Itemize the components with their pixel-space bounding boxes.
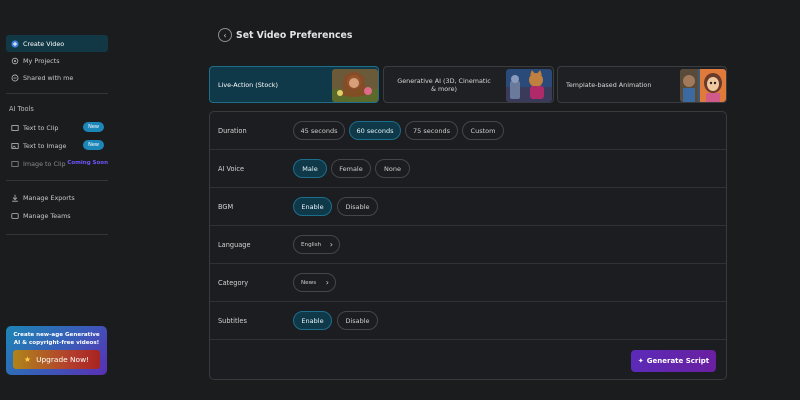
category-label: Category [218, 279, 249, 287]
coming-soon-badge: Coming Soon [67, 160, 108, 166]
plus-circle-icon [10, 39, 19, 48]
tool-text-to-image[interactable]: Text to Image New [6, 137, 108, 154]
subtitles-option-enable[interactable]: Enable [293, 311, 332, 330]
category-row: Category News › [210, 264, 726, 302]
tool-text-to-clip[interactable]: Text to Clip New [6, 119, 108, 136]
category-value: News [301, 279, 317, 286]
voice-option-none[interactable]: None [375, 159, 410, 178]
tool-label: Text to Image [23, 141, 67, 150]
nav-manage-exports[interactable]: Manage Exports [6, 189, 108, 206]
language-label: Language [218, 241, 251, 249]
ai-voice-label: AI Voice [218, 165, 245, 173]
generative-ai-thumbnail [506, 69, 552, 102]
star-icon: ★ [23, 355, 32, 364]
template-animation-thumbnail [680, 69, 726, 102]
language-row: Language English › [210, 226, 726, 264]
tool-image-to-clip: Image to Clip Coming Soon [6, 155, 108, 172]
category-dropdown[interactable]: News › [293, 273, 336, 292]
video-type-live-action[interactable]: Live-Action (Stock) [209, 66, 379, 103]
chevron-right-icon: › [329, 240, 333, 249]
voice-option-male[interactable]: Male [293, 159, 327, 178]
nav-label: Manage Teams [23, 211, 71, 220]
upgrade-label: Upgrade Now! [36, 355, 90, 364]
duration-option-75[interactable]: 75 seconds [405, 121, 458, 140]
voice-option-female[interactable]: Female [331, 159, 371, 178]
nav-my-projects[interactable]: My Projects [6, 52, 108, 69]
duration-label: Duration [218, 127, 247, 135]
video-type-label: Generative AI (3D, Cinematic & more) [397, 76, 491, 93]
page-title: Set Video Preferences [236, 29, 353, 41]
upgrade-promo: Create new-age Generative AI & copyright… [6, 326, 107, 375]
nav-label: Manage Exports [23, 193, 75, 202]
image-clip-icon [10, 159, 19, 168]
subtitles-option-disable[interactable]: Disable [337, 311, 378, 330]
language-dropdown[interactable]: English › [293, 235, 340, 254]
bgm-label: BGM [218, 203, 234, 211]
nav-create-video[interactable]: Create Video [6, 35, 108, 52]
chevron-left-icon: ‹ [223, 30, 227, 40]
export-icon [10, 193, 19, 202]
chevron-right-icon: › [325, 278, 329, 287]
bgm-option-disable[interactable]: Disable [337, 197, 378, 216]
tool-label: Text to Clip [23, 123, 59, 132]
video-type-template-animation[interactable]: Template-based Animation [557, 66, 727, 103]
back-button[interactable]: ‹ [218, 28, 232, 42]
generate-script-button[interactable]: ✦ Generate Script [631, 350, 716, 372]
promo-text: Create new-age Generative AI & copyright… [13, 332, 100, 346]
video-type-label: Template-based Animation [566, 80, 652, 89]
ai-voice-row: AI Voice Male Female None [210, 150, 726, 188]
duration-option-60[interactable]: 60 seconds [349, 121, 401, 140]
nav-shared-with-me[interactable]: Shared with me [6, 69, 108, 86]
sparkle-icon: ✦ [637, 357, 644, 365]
sidebar: Create Video My Projects Shared with me … [0, 0, 115, 400]
live-action-thumbnail [332, 69, 378, 102]
team-icon [10, 211, 19, 220]
clip-icon [10, 123, 19, 132]
duration-row: Duration 45 seconds 60 seconds 75 second… [210, 112, 726, 150]
subtitles-label: Subtitles [218, 317, 247, 325]
preferences-panel: Duration 45 seconds 60 seconds 75 second… [209, 111, 727, 380]
duration-option-custom[interactable]: Custom [462, 121, 504, 140]
divider [6, 180, 108, 181]
subtitles-row: Subtitles Enable Disable [210, 302, 726, 340]
nav-manage-teams[interactable]: Manage Teams [6, 207, 108, 224]
language-value: English [301, 241, 322, 248]
divider [6, 234, 108, 235]
new-badge: New [83, 122, 104, 132]
video-type-label: Live-Action (Stock) [218, 80, 278, 89]
duration-option-45[interactable]: 45 seconds [293, 121, 345, 140]
generate-label: Generate Script [646, 357, 710, 365]
page-header: ‹ Set Video Preferences [218, 28, 352, 42]
divider [6, 93, 108, 94]
new-badge: New [83, 140, 104, 150]
image-icon [10, 141, 19, 150]
gear-icon [10, 56, 19, 65]
upgrade-button[interactable]: ★ Upgrade Now! [13, 350, 100, 369]
share-icon [10, 73, 19, 82]
ai-tools-heading: AI Tools [9, 105, 34, 113]
nav-label: Create Video [23, 39, 65, 48]
video-type-generative-ai[interactable]: Generative AI (3D, Cinematic & more) [383, 66, 554, 103]
nav-label: Shared with me [23, 73, 74, 82]
nav-label: My Projects [23, 56, 60, 65]
bgm-option-enable[interactable]: Enable [293, 197, 332, 216]
tool-label: Image to Clip [23, 159, 66, 168]
bgm-row: BGM Enable Disable [210, 188, 726, 226]
